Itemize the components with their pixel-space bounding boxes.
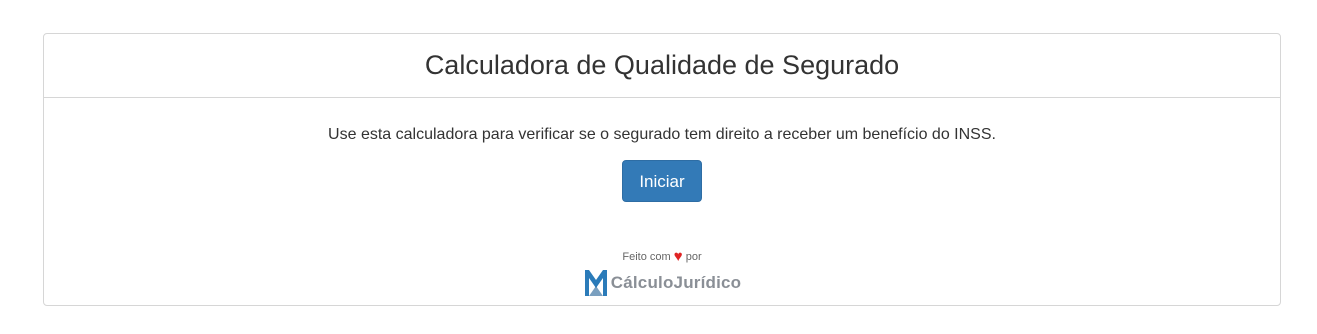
made-with-prefix: Feito com <box>622 251 671 263</box>
card-body: Use esta calculadora para verificar se o… <box>44 125 1280 303</box>
made-with-note: Feito com ♥ por <box>44 248 1280 265</box>
brand-name: CálculoJurídico <box>610 273 742 292</box>
made-with-suffix: por <box>685 251 702 263</box>
brand-logo-icon <box>584 270 607 296</box>
calculator-card: Calculadora de Qualidade de Segurado Use… <box>43 33 1281 306</box>
brand-logo-link[interactable]: CálculoJurídico <box>583 268 742 298</box>
page-title: Calculadora de Qualidade de Segurado <box>424 50 900 80</box>
card-header: Calculadora de Qualidade de Segurado <box>44 34 1280 98</box>
calculator-description: Use esta calculadora para verificar se o… <box>328 126 996 143</box>
start-button[interactable]: Iniciar <box>622 160 702 202</box>
heart-icon: ♥ <box>673 248 683 265</box>
